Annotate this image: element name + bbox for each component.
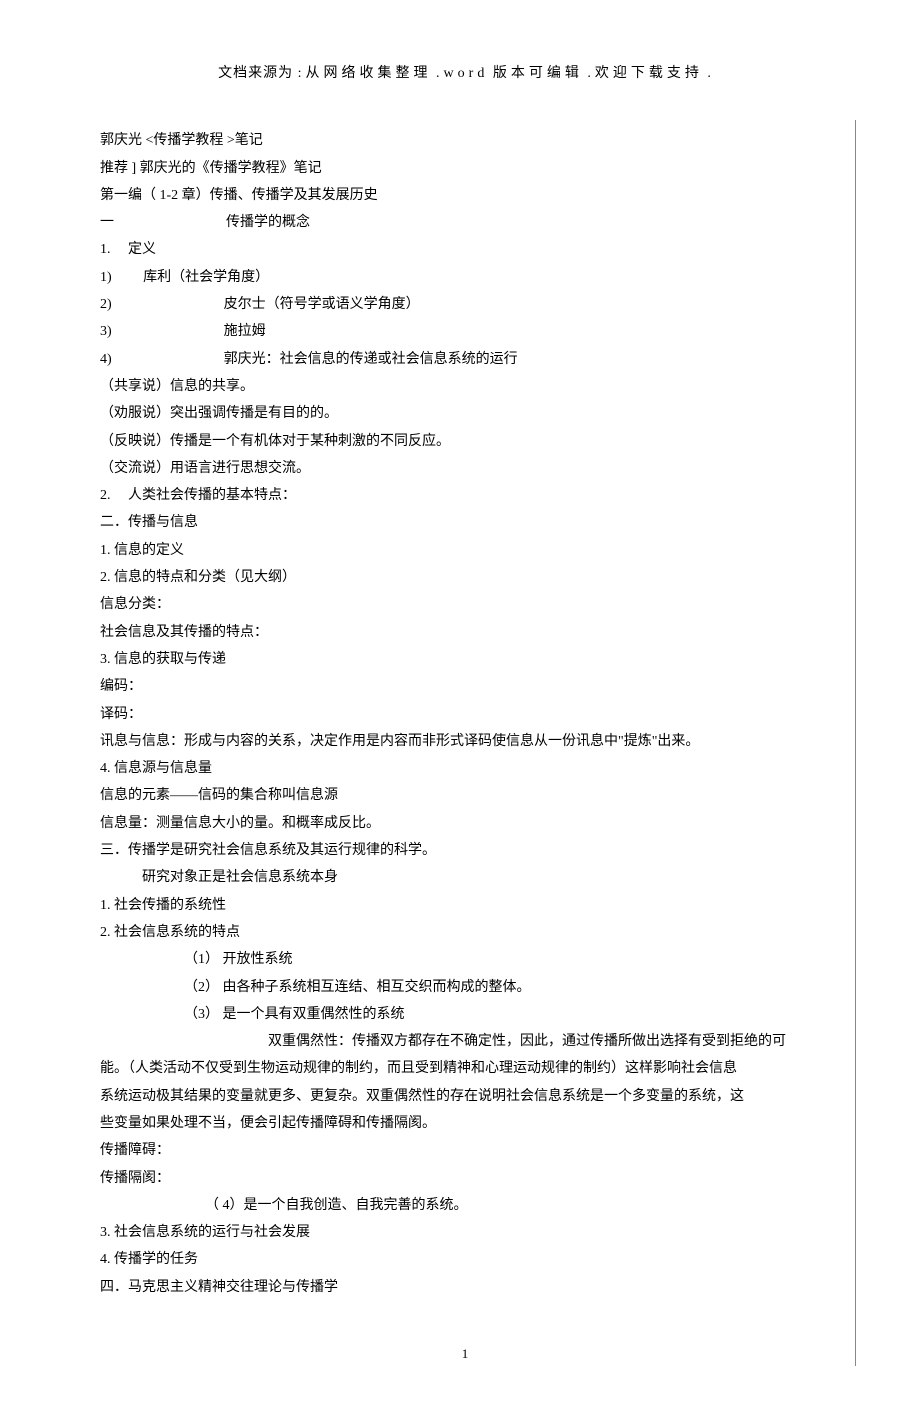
header-word: .word xyxy=(436,66,488,81)
content-line: 2) 皮尔士（符号学或语义学角度） xyxy=(100,291,830,318)
content-line: 推荐 ] 郭庆光的《传播学教程》笔记 xyxy=(100,155,830,182)
content-line: （1） 开放性系统 xyxy=(100,946,830,973)
document-header: 文档来源为 :从网络收集整理 .word 版本可编辑 .欢迎下载支持 . xyxy=(100,60,830,87)
content-line: 传播隔阂： xyxy=(100,1165,830,1192)
content-line: 信息分类： xyxy=(100,591,830,618)
content-line: 3. 信息的获取与传递 xyxy=(100,646,830,673)
content-line: （劝服说）突出强调传播是有目的的。 xyxy=(100,400,830,427)
content-line: 3) 施拉姆 xyxy=(100,318,830,345)
content-line: 3. 社会信息系统的运行与社会发展 xyxy=(100,1219,830,1246)
header-welcome: .欢迎下载支持 xyxy=(587,66,703,81)
content-line: 二．传播与信息 xyxy=(100,509,830,536)
content-line: 郭庆光 <传播学教程 >笔记 xyxy=(100,127,830,154)
content-line: 2. 社会信息系统的特点 xyxy=(100,919,830,946)
content-line: 编码： xyxy=(100,673,830,700)
content-line: （ 4）是一个自我创造、自我完善的系统。 xyxy=(100,1192,830,1219)
content-line: 4) 郭庆光：社会信息的传递或社会信息系统的运行 xyxy=(100,346,830,373)
content-line: 能。（人类活动不仅受到生物运动规律的制约，而且受到精神和心理运动规律的制约）这样… xyxy=(100,1055,830,1082)
document-content: 郭庆光 <传播学教程 >笔记推荐 ] 郭庆光的《传播学教程》笔记第一编（ 1-2… xyxy=(100,127,830,1301)
content-line: 信息的元素——信码的集合称叫信息源 xyxy=(100,782,830,809)
content-line: 1. 社会传播的系统性 xyxy=(100,892,830,919)
content-line: 些变量如果处理不当，便会引起传播障碍和传播隔阂。 xyxy=(100,1110,830,1137)
content-line: 双重偶然性：传播双方都存在不确定性，因此，通过传播所做出选择有受到拒绝的可 xyxy=(100,1028,830,1055)
content-line: （反映说）传播是一个有机体对于某种刺激的不同反应。 xyxy=(100,428,830,455)
content-line: 2. 信息的特点和分类（见大纲） xyxy=(100,564,830,591)
content-line: 社会信息及其传播的特点： xyxy=(100,619,830,646)
right-margin-line xyxy=(855,120,856,1366)
content-line: 传播障碍： xyxy=(100,1137,830,1164)
content-line: 1. 信息的定义 xyxy=(100,537,830,564)
header-middle: :从网络收集整理 xyxy=(298,66,432,81)
content-line: （共享说）信息的共享。 xyxy=(100,373,830,400)
content-line: （3） 是一个具有双重偶然性的系统 xyxy=(100,1001,830,1028)
content-line: 研究对象正是社会信息系统本身 xyxy=(100,864,830,891)
content-line: 一 传播学的概念 xyxy=(100,209,830,236)
content-line: 系统运动极其结果的变量就更多、更复杂。双重偶然性的存在说明社会信息系统是一个多变… xyxy=(100,1083,830,1110)
header-editable: 版本可编辑 xyxy=(493,66,583,81)
content-line: 四．马克思主义精神交往理论与传播学 xyxy=(100,1274,830,1301)
content-line: （交流说）用语言进行思想交流。 xyxy=(100,455,830,482)
content-line: 4. 传播学的任务 xyxy=(100,1246,830,1273)
page-number: 1 xyxy=(100,1341,830,1366)
content-line: 4. 信息源与信息量 xyxy=(100,755,830,782)
content-line: 1) 库利（社会学角度） xyxy=(100,264,830,291)
header-prefix: 文档来源为 xyxy=(218,66,293,81)
header-dot: . xyxy=(707,66,712,81)
content-line: （2） 由各种子系统相互连结、相互交织而构成的整体。 xyxy=(100,974,830,1001)
content-line: 信息量：测量信息大小的量。和概率成反比。 xyxy=(100,810,830,837)
content-line: 讯息与信息：形成与内容的关系，决定作用是内容而非形式译码使信息从一份讯息中"提炼… xyxy=(100,728,830,755)
content-line: 第一编（ 1-2 章）传播、传播学及其发展历史 xyxy=(100,182,830,209)
content-line: 2. 人类社会传播的基本特点： xyxy=(100,482,830,509)
content-line: 三．传播学是研究社会信息系统及其运行规律的科学。 xyxy=(100,837,830,864)
content-line: 1. 定义 xyxy=(100,236,830,263)
content-line: 译码： xyxy=(100,701,830,728)
